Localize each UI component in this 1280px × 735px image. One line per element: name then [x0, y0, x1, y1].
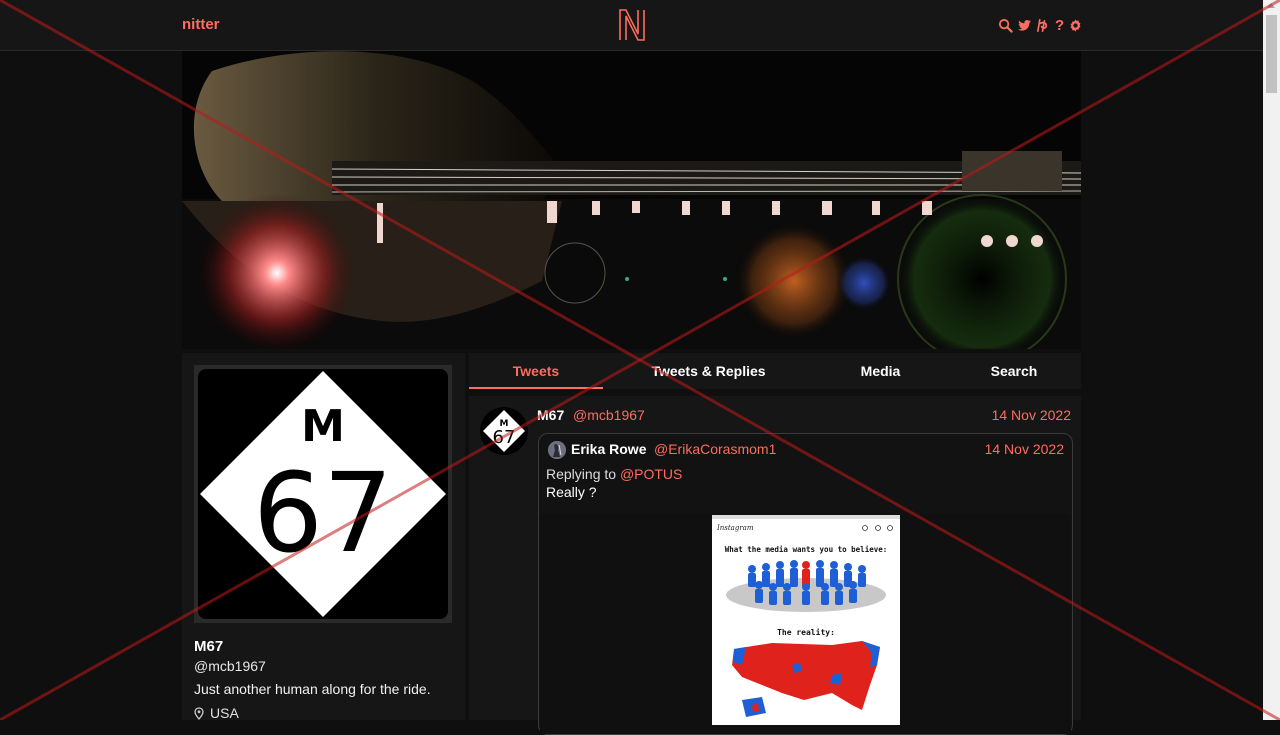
scrollbar-thumb[interactable] [1266, 15, 1277, 93]
search-icon[interactable] [998, 18, 1013, 33]
quote-date[interactable]: 14 Nov 2022 [985, 441, 1064, 457]
tweet-fullname[interactable]: M67 [537, 407, 564, 423]
quote-text: Really ? [546, 484, 597, 500]
timeline: M 67 M67 @mcb1967 14 Nov 2022 Erika Rowe… [469, 396, 1081, 735]
replying-prefix: Replying to [546, 466, 617, 482]
m67-sign-avatar-image: M 67 [198, 369, 448, 619]
avatar[interactable]: M 67 [194, 365, 452, 623]
quote-fullname[interactable]: Erika Rowe [571, 441, 646, 457]
svg-text:What the media wants you to be: What the media wants you to believe: [725, 545, 888, 554]
profile-location: USA [194, 705, 239, 721]
guitar-banner-image [182, 51, 1081, 349]
tweet-avatar[interactable]: M 67 [480, 407, 528, 455]
location-pin-icon [194, 706, 204, 720]
svg-text:The reality:: The reality: [777, 627, 835, 637]
settings-icon[interactable] [1068, 18, 1083, 33]
media-comparison-image: Instagram What the media wants you to be… [712, 515, 900, 725]
tweet-date[interactable]: 14 Nov 2022 [992, 407, 1071, 423]
svg-text:Instagram: Instagram [716, 524, 754, 532]
rss-icon[interactable] [1036, 18, 1051, 33]
scroll-up-arrow-icon[interactable] [1267, 3, 1275, 8]
timeline-tabs: Tweets Tweets & Replies Media Search [469, 353, 1081, 389]
top-navbar: nitter ? [0, 0, 1263, 51]
nav-icon-bar: ? [998, 15, 1083, 35]
tab-tweets[interactable]: Tweets [469, 353, 603, 389]
tweet-username[interactable]: @mcb1967 [573, 407, 645, 423]
twitter-icon[interactable] [1017, 18, 1032, 33]
profile-card: M 67 M67 @mcb1967 Just another human alo… [182, 353, 465, 721]
site-brand-link[interactable]: nitter [182, 16, 220, 33]
quote-replying-to: Replying to @POTUS [546, 466, 682, 482]
quote-image[interactable]: Instagram What the media wants you to be… [712, 515, 900, 725]
tab-tweets-and-replies[interactable]: Tweets & Replies [603, 353, 814, 389]
profile-banner[interactable] [182, 51, 1081, 349]
replying-to-link[interactable]: @POTUS [620, 466, 682, 482]
quote-avatar-image [548, 441, 566, 459]
tab-search[interactable]: Search [947, 353, 1081, 389]
svg-text:M: M [301, 401, 345, 452]
quote-avatar[interactable] [548, 441, 566, 459]
quote-username[interactable]: @ErikaCorasmom1 [654, 441, 776, 457]
help-icon[interactable]: ? [1055, 18, 1064, 33]
nitter-logo-icon[interactable] [617, 8, 647, 42]
profile-fullname[interactable]: M67 [194, 638, 223, 655]
quote-media: Instagram What the media wants you to be… [540, 514, 1071, 734]
profile-bio: Just another human along for the ride. [194, 681, 431, 697]
tab-media[interactable]: Media [814, 353, 947, 389]
svg-text:67: 67 [253, 449, 393, 577]
page-scrollbar[interactable] [1263, 0, 1280, 720]
svg-text:67: 67 [493, 427, 516, 448]
profile-username[interactable]: @mcb1967 [194, 658, 266, 674]
location-text: USA [210, 705, 239, 721]
quoted-tweet[interactable]: Erika Rowe @ErikaCorasmom1 14 Nov 2022 R… [538, 433, 1073, 735]
